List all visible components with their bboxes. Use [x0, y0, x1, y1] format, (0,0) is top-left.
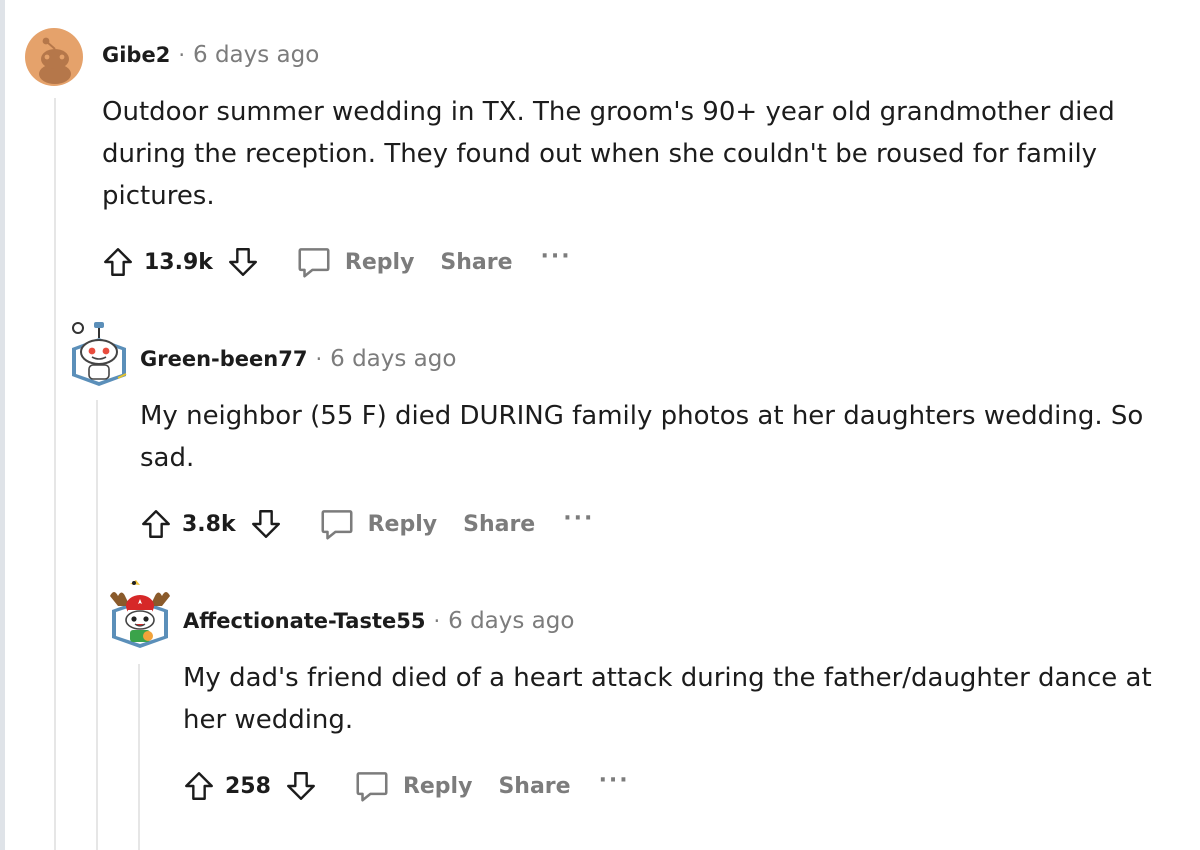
- downvote-button[interactable]: [225, 244, 261, 280]
- meta-separator: ·: [433, 609, 441, 633]
- downvote-button[interactable]: [248, 506, 284, 542]
- upvote-button[interactable]: [181, 768, 217, 804]
- more-options-button[interactable]: ···: [599, 768, 630, 793]
- comment-actions: 258 Reply Share ···: [181, 767, 630, 805]
- share-button[interactable]: Share: [498, 774, 570, 799]
- author-name[interactable]: Affectionate-Taste55: [183, 609, 425, 633]
- thread-line-green-been77[interactable]: [96, 400, 98, 850]
- default-snoo-avatar-icon: [25, 28, 83, 86]
- vote-score: 258: [225, 773, 271, 799]
- user-avatar[interactable]: [104, 576, 176, 652]
- speech-bubble-icon: [321, 510, 353, 540]
- comment-meta: Affectionate-Taste55 · 6 days ago: [183, 608, 574, 634]
- author-name[interactable]: Green-been77: [140, 347, 307, 371]
- more-options-button[interactable]: ···: [541, 244, 572, 269]
- comment-body: My dad's friend died of a heart attack d…: [183, 663, 1152, 735]
- snoo-moose-avatar-icon: [110, 580, 170, 648]
- comment-timestamp[interactable]: 6 days ago: [193, 42, 319, 68]
- thread-line-gibe2[interactable]: [54, 98, 56, 850]
- speech-bubble-icon: [356, 772, 388, 802]
- upvote-arrow-icon: [104, 248, 132, 276]
- reply-button[interactable]: Reply: [295, 243, 415, 281]
- vote-score: 13.9k: [144, 249, 213, 275]
- vote-score: 3.8k: [182, 511, 236, 537]
- downvote-arrow-icon: [228, 248, 257, 276]
- user-avatar[interactable]: [66, 318, 132, 388]
- downvote-arrow-icon: [251, 510, 280, 538]
- upvote-button[interactable]: [138, 506, 174, 542]
- comment-actions: 3.8k Reply Share ···: [138, 505, 594, 543]
- page-edge-bar: [0, 0, 5, 850]
- user-avatar[interactable]: [25, 28, 83, 86]
- thread-line-affectionate-taste55[interactable]: [138, 664, 140, 850]
- comment-timestamp[interactable]: 6 days ago: [448, 608, 574, 634]
- upvote-button[interactable]: [100, 244, 136, 280]
- meta-separator: ·: [178, 43, 186, 67]
- reply-button[interactable]: Reply: [318, 505, 438, 543]
- comment-body: Outdoor summer wedding in TX. The groom'…: [102, 97, 1115, 211]
- meta-separator: ·: [315, 347, 323, 371]
- comment-body: My neighbor (55 F) died DURING family ph…: [140, 401, 1144, 473]
- comment-timestamp[interactable]: 6 days ago: [330, 346, 456, 372]
- comment-meta: Gibe2 · 6 days ago: [102, 42, 319, 68]
- downvote-arrow-icon: [286, 772, 315, 800]
- reply-label: Reply: [367, 511, 438, 537]
- speech-bubble-icon: [298, 248, 330, 278]
- comment-meta: Green-been77 · 6 days ago: [140, 346, 456, 372]
- author-name[interactable]: Gibe2: [102, 43, 170, 67]
- reply-label: Reply: [344, 249, 415, 275]
- upvote-arrow-icon: [142, 510, 170, 538]
- reply-label: Reply: [402, 773, 473, 799]
- snoo-robot-avatar-icon: [72, 322, 127, 386]
- more-options-button[interactable]: ···: [563, 506, 594, 531]
- upvote-arrow-icon: [185, 772, 213, 800]
- reply-button[interactable]: Reply: [353, 767, 473, 805]
- downvote-button[interactable]: [283, 768, 319, 804]
- comment-actions: 13.9k Reply Share ···: [100, 243, 572, 281]
- share-button[interactable]: Share: [463, 512, 535, 537]
- share-button[interactable]: Share: [440, 250, 512, 275]
